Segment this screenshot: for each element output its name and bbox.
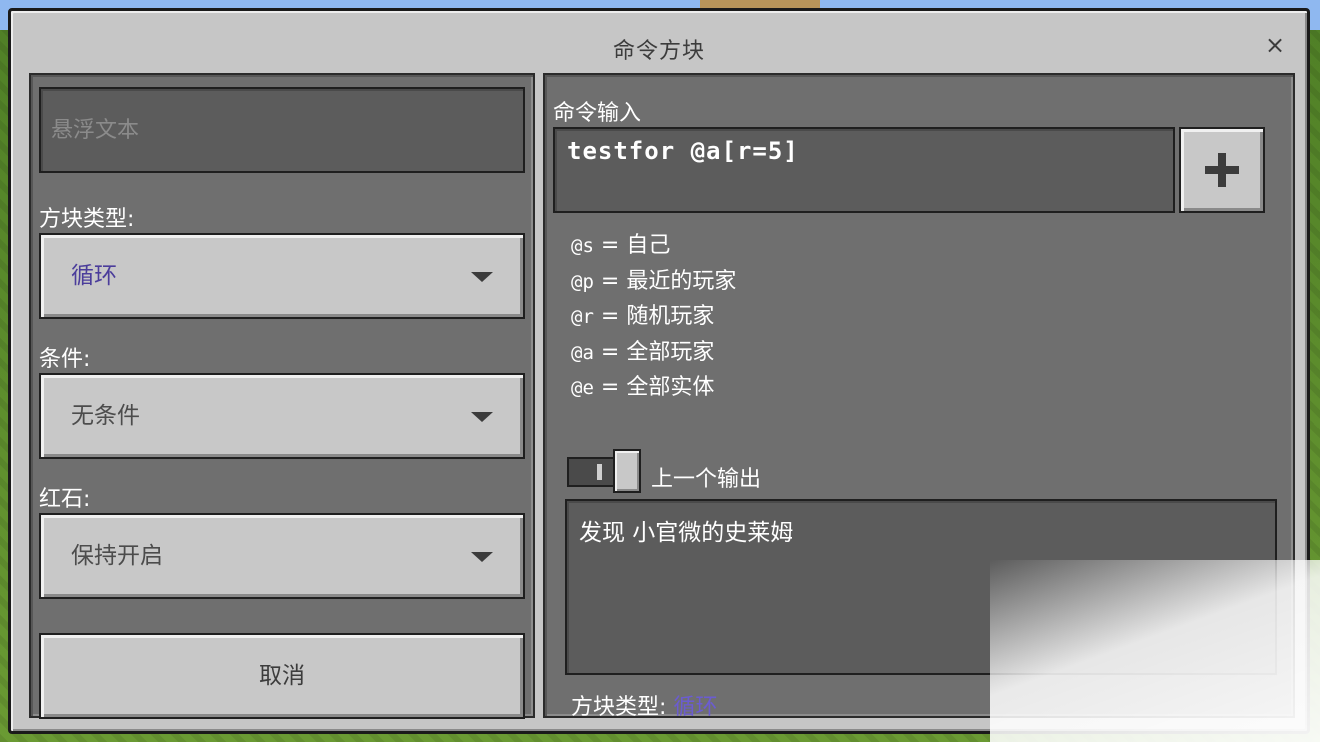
chevron-down-icon xyxy=(471,552,493,562)
selector-row: @e = 全部实体 xyxy=(571,369,736,405)
selector-equals: = xyxy=(593,304,627,329)
command-input-field[interactable]: testfor @a[r=5] xyxy=(553,127,1175,213)
condition-dropdown[interactable]: 无条件 xyxy=(39,373,525,459)
toggle-knob[interactable] xyxy=(613,449,641,493)
previous-output-box: 发现 小官微的史莱姆 xyxy=(565,499,1277,675)
selector-desc: 全部实体 xyxy=(626,375,715,400)
selector-desc: 随机玩家 xyxy=(626,304,715,329)
hover-text-field[interactable] xyxy=(39,87,525,173)
command-block-dialog: 命令方块 × 方块类型: 循环 条件: 无条件 红石: 保持开启 取消 命令输入… xyxy=(8,8,1310,734)
block-type-summary-label: 方块类型: xyxy=(571,695,667,720)
selector-equals: = xyxy=(593,339,627,365)
condition-label: 条件: xyxy=(39,347,91,372)
hover-text-input[interactable] xyxy=(41,89,523,171)
right-command-panel: 命令输入 testfor @a[r=5] @s = 自己 @p = 最近的玩家 … xyxy=(543,73,1295,721)
command-input-label: 命令输入 xyxy=(553,101,642,126)
command-text: testfor @a[r=5] xyxy=(567,137,799,165)
selector-row: @a = 全部玩家 xyxy=(571,334,736,370)
selector-desc: 全部玩家 xyxy=(626,339,715,365)
cancel-button[interactable]: 取消 xyxy=(39,633,525,719)
add-button[interactable] xyxy=(1179,127,1265,213)
previous-output-toggle[interactable] xyxy=(567,449,641,493)
previous-output-text: 发现 小官微的史莱姆 xyxy=(579,520,794,546)
selector-desc: 自己 xyxy=(626,233,671,258)
selector-help-list: @s = 自己 @p = 最近的玩家 @r = 随机玩家 @a = 全部玩家 @… xyxy=(571,227,736,405)
redstone-dropdown[interactable]: 保持开启 xyxy=(39,513,525,599)
selector-row: @r = 随机玩家 xyxy=(571,298,736,334)
previous-output-label: 上一个输出 xyxy=(651,467,762,492)
chevron-down-icon xyxy=(471,272,493,282)
left-settings-panel: 方块类型: 循环 条件: 无条件 红石: 保持开启 取消 xyxy=(29,73,535,719)
selector-code: @s xyxy=(571,235,594,257)
selector-row: @p = 最近的玩家 xyxy=(571,263,736,299)
block-type-summary: 方块类型: 循环 xyxy=(571,689,717,721)
selector-code: @e xyxy=(571,377,594,399)
selector-equals: = xyxy=(593,375,627,400)
selector-row: @s = 自己 xyxy=(571,227,736,263)
selector-code: @p xyxy=(571,270,594,293)
selector-desc: 最近的玩家 xyxy=(626,268,737,294)
redstone-label: 红石: xyxy=(39,487,91,512)
toggle-off-mark xyxy=(597,464,602,480)
plus-icon-vertical xyxy=(1218,153,1226,187)
selector-code: @a xyxy=(571,341,594,364)
close-icon[interactable]: × xyxy=(1261,31,1289,59)
block-type-label: 方块类型: xyxy=(39,207,135,232)
selector-equals: = xyxy=(593,233,627,258)
block-type-dropdown[interactable]: 循环 xyxy=(39,233,525,319)
selector-equals: = xyxy=(593,268,627,294)
block-type-value: 循环 xyxy=(71,263,117,289)
chevron-down-icon xyxy=(471,412,493,422)
redstone-value: 保持开启 xyxy=(71,543,163,569)
selector-code: @r xyxy=(571,306,594,328)
block-type-summary-value: 循环 xyxy=(673,695,718,720)
dialog-title: 命令方块 xyxy=(612,39,705,64)
condition-value: 无条件 xyxy=(71,403,140,429)
